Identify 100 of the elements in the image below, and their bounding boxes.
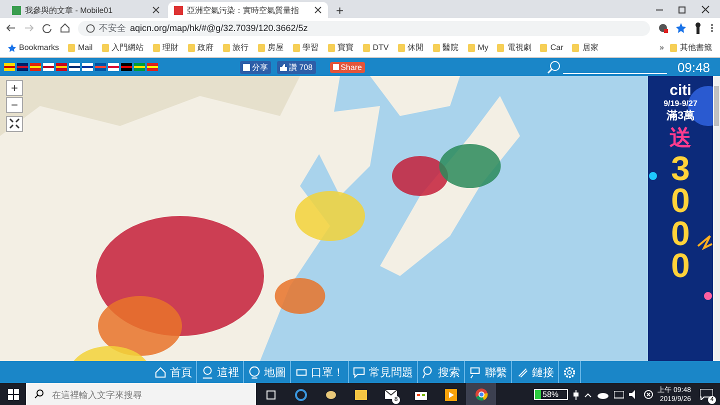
address-bar[interactable]: 不安全 aqicn.org/map/hk/#@g/32.7039/120.3662/5z [78, 20, 650, 36]
bookmark-item[interactable]: 寶寶 [328, 42, 354, 53]
bookmark-item[interactable]: DTV [362, 43, 389, 52]
plug-icon [572, 390, 579, 400]
flag-icon[interactable] [82, 63, 93, 71]
ad-offer: 滿3萬 [666, 108, 695, 123]
folder-icon [258, 44, 265, 52]
ad-dates: 9/19-9/27 [664, 99, 698, 108]
security-label: 不安全 [99, 22, 126, 34]
browser-tab[interactable]: 我參與的文章 - Mobile01 [6, 2, 166, 18]
lightning-drawing [697, 235, 712, 250]
search-icon [34, 389, 44, 399]
close-circle-icon[interactable] [644, 390, 653, 399]
taskbar-search-field[interactable]: 在這裡輸入文字來搜尋 [26, 383, 256, 405]
dot-drawing [649, 172, 657, 180]
chevron-up-icon[interactable] [584, 392, 592, 398]
flag-icon[interactable] [69, 63, 80, 71]
windows-icon[interactable] [8, 389, 18, 400]
folder-icon [362, 44, 370, 52]
more-bookmarks-button[interactable]: » [660, 43, 664, 52]
bookmark-item[interactable]: Bookmarks [8, 43, 60, 52]
restore-icon[interactable] [678, 4, 687, 14]
folder-icon [540, 44, 548, 52]
nav-icon [248, 366, 261, 378]
chrome-button[interactable] [466, 383, 496, 405]
palette-icon [325, 388, 337, 400]
facebook-share-button[interactable]: 分享 [240, 60, 271, 74]
shopping-bag-icon [415, 389, 427, 400]
nav-icon [469, 366, 482, 378]
profile-icon[interactable] [694, 22, 702, 34]
scrollbar-thumb[interactable] [714, 86, 719, 126]
clock-text: 09:48 [677, 60, 710, 74]
new-tab-button[interactable]: + [330, 3, 350, 18]
ad-amount: 3000 [670, 153, 691, 282]
folder-icon [432, 44, 440, 52]
folder-icon [152, 44, 160, 52]
close-icon[interactable] [701, 4, 710, 14]
browser-icon [295, 388, 307, 400]
battery-meter[interactable]: 58% [534, 389, 568, 400]
back-icon[interactable] [6, 23, 16, 33]
bookmark-item[interactable]: 電視劇 [497, 42, 532, 53]
bookmark-item[interactable]: 政府 [188, 42, 214, 53]
zoom-out-button[interactable]: − [6, 97, 23, 113]
bookmark-item[interactable]: 居家 [572, 42, 598, 53]
folder-icon [328, 44, 335, 52]
nav-icon [353, 366, 366, 378]
chrome-icon [474, 388, 488, 401]
close-icon[interactable] [314, 6, 322, 14]
info-icon [86, 24, 95, 32]
battery-reading: 58% [540, 390, 561, 399]
folder-icon [292, 44, 300, 52]
fullscreen-button[interactable] [6, 116, 23, 132]
nav-icon [422, 366, 435, 378]
bookmark-item[interactable]: Car [540, 43, 564, 52]
home-icon[interactable] [60, 23, 70, 33]
task-view-icon [265, 390, 277, 400]
star-icon[interactable] [676, 23, 686, 33]
site-icon [174, 6, 183, 14]
bookmark-item[interactable]: 休閒 [398, 42, 424, 53]
flag-icon[interactable] [108, 63, 119, 71]
bookmark-item[interactable]: 其他書籤 [670, 42, 712, 53]
reload-icon[interactable] [42, 23, 52, 33]
play-icon [332, 64, 339, 70]
bookmark-item[interactable]: 學習 [292, 42, 319, 53]
folder-icon [68, 44, 76, 52]
ad-banner[interactable]: citi 9/19-9/27 滿3萬 送 3000 [648, 76, 713, 361]
settings-icon [563, 366, 576, 378]
folder-icon [355, 390, 367, 400]
flag-icon[interactable] [43, 63, 54, 71]
facebook-icon [243, 64, 250, 70]
search-icon[interactable] [547, 60, 562, 74]
nav-icon [201, 366, 214, 378]
zoom-in-button[interactable]: + [6, 80, 23, 96]
nav-icon [154, 366, 167, 378]
dot-drawing [704, 292, 712, 300]
thumbs-up-icon [280, 64, 287, 70]
folder-icon [497, 44, 504, 52]
bookmark-item[interactable]: 房屋 [258, 42, 284, 53]
bookmark-item[interactable]: 理財 [152, 42, 179, 53]
bookmark-item[interactable]: 旅行 [222, 42, 249, 53]
cloud-icon[interactable] [596, 390, 609, 398]
bookmark-item[interactable]: 入門網站 [102, 42, 144, 53]
bookmark-item[interactable]: Mail [68, 43, 93, 52]
folder-icon [670, 44, 677, 52]
bookmark-item[interactable]: 醫院 [432, 42, 459, 53]
close-icon[interactable] [152, 6, 160, 14]
share-button[interactable]: Share [330, 62, 365, 72]
like-button[interactable]: 讚 708 [277, 60, 316, 74]
folder-icon [572, 44, 580, 52]
network-icon[interactable] [614, 390, 624, 398]
nav-icon [516, 366, 529, 378]
speech-bubble-icon [700, 389, 712, 400]
bookmark-item[interactable]: My [468, 43, 488, 52]
folder-icon [222, 44, 230, 52]
ad-brand: citi [670, 82, 692, 99]
browser-tab[interactable]: 亞洲空氣污染：實時空氣質量指 [168, 2, 328, 18]
extension-icon[interactable] [658, 23, 668, 33]
fullscreen-icon [9, 118, 20, 129]
menu-icon[interactable] [710, 23, 714, 33]
folder-icon [468, 44, 475, 52]
